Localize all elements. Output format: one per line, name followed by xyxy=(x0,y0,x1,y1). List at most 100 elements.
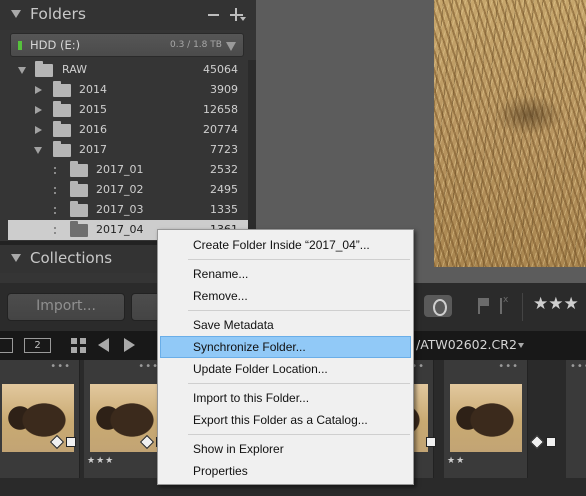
folder-count: 12658 xyxy=(203,103,238,116)
folder-count: 2532 xyxy=(210,163,238,176)
subfolder-dots-icon xyxy=(54,167,58,174)
more-icon[interactable]: ••• xyxy=(498,361,519,372)
expand-triangle-icon[interactable] xyxy=(35,126,42,134)
volume-name: HDD (E:) xyxy=(30,38,81,52)
folder-icon xyxy=(53,101,71,117)
comment-icon xyxy=(426,437,436,447)
menu-item-rename[interactable]: Rename... xyxy=(160,263,411,285)
folder-icon xyxy=(53,81,71,97)
subfolder-dots-icon xyxy=(54,187,58,194)
back-arrow-icon[interactable] xyxy=(98,338,109,352)
thumbnail-rating: ★★ xyxy=(447,456,466,466)
reject-flag-icon[interactable] xyxy=(500,295,512,314)
volume-status-icon xyxy=(18,41,22,50)
photo-detail xyxy=(494,95,564,135)
remove-folder-icon[interactable] xyxy=(208,14,219,16)
menu-item-create-folder-inside[interactable]: Create Folder Inside “2017_04”... xyxy=(160,234,411,256)
file-path[interactable]: /ATW02602.CR2 xyxy=(416,337,517,352)
menu-item-remove[interactable]: Remove... xyxy=(160,285,411,307)
subfolder-dots-icon xyxy=(54,227,58,234)
subfolder-dots-icon xyxy=(54,207,58,214)
folder-name: 2017_01 xyxy=(96,163,144,176)
folder-count: 45064 xyxy=(203,63,238,76)
filmstrip-cell[interactable]: ••• ★★ xyxy=(444,360,556,478)
chevron-down-icon[interactable] xyxy=(240,17,246,21)
folder-icon xyxy=(70,221,88,237)
folder-icon xyxy=(53,121,71,137)
menu-item-import-to-folder[interactable]: Import to this Folder... xyxy=(160,387,411,409)
forward-arrow-icon[interactable] xyxy=(124,338,135,352)
volume-bar[interactable]: HDD (E:) 0.3 / 1.8 TB xyxy=(10,33,244,57)
more-icon[interactable]: ••• xyxy=(50,361,71,372)
menu-item-export-folder-catalog[interactable]: Export this Folder as a Catalog... xyxy=(160,409,411,431)
folder-row-2017-03[interactable]: 2017_03 1335 xyxy=(8,200,248,220)
folder-count: 1335 xyxy=(210,203,238,216)
thumbnail[interactable] xyxy=(450,384,522,452)
menu-item-synchronize-folder[interactable]: Synchronize Folder... xyxy=(160,336,411,358)
folder-row-2017-01[interactable]: 2017_01 2532 xyxy=(8,160,248,180)
folder-name: RAW xyxy=(62,63,87,76)
menu-item-update-folder-location[interactable]: Update Folder Location... xyxy=(160,358,411,380)
folder-name: 2017_03 xyxy=(96,203,144,216)
primary-display-icon[interactable] xyxy=(0,338,13,353)
rating-stars[interactable]: ★★★ xyxy=(533,294,579,314)
menu-separator xyxy=(188,310,410,311)
folders-title: Folders xyxy=(30,5,86,23)
folder-name: 2017 xyxy=(79,143,107,156)
folder-icon xyxy=(70,161,88,177)
menu-separator xyxy=(188,259,410,260)
filmstrip-cell[interactable]: ••• xyxy=(566,360,586,478)
folder-name: 2017_02 xyxy=(96,183,144,196)
folder-count: 3909 xyxy=(210,83,238,96)
expand-triangle-icon[interactable] xyxy=(34,147,42,154)
folders-scrollbar[interactable] xyxy=(248,60,256,240)
expand-triangle-icon[interactable] xyxy=(35,86,42,94)
toolbar-divider xyxy=(522,293,523,321)
folder-icon xyxy=(53,141,71,157)
folder-icon xyxy=(70,201,88,217)
folder-context-menu: Create Folder Inside “2017_04”... Rename… xyxy=(157,229,414,485)
secondary-display-icon[interactable]: 2 xyxy=(24,338,51,353)
folder-row-2014[interactable]: 2014 3909 xyxy=(8,80,248,100)
collections-title: Collections xyxy=(30,249,113,267)
chevron-down-icon[interactable] xyxy=(226,42,236,51)
menu-separator xyxy=(188,383,410,384)
chevron-down-icon[interactable] xyxy=(518,343,524,348)
folder-name: 2014 xyxy=(79,83,107,96)
folder-name: 2015 xyxy=(79,103,107,116)
expand-triangle-icon[interactable] xyxy=(18,67,26,74)
folders-panel-header[interactable]: Folders xyxy=(0,0,256,30)
folder-row-2015[interactable]: 2015 12658 xyxy=(8,100,248,120)
expand-triangle-icon[interactable] xyxy=(35,106,42,114)
more-icon[interactable]: ••• xyxy=(570,361,586,372)
comment-icon xyxy=(66,437,76,447)
menu-item-show-in-explorer[interactable]: Show in Explorer xyxy=(160,438,411,460)
volume-size: 0.3 / 1.8 TB xyxy=(170,40,222,50)
folder-row-2017[interactable]: 2017 7723 xyxy=(8,140,248,160)
menu-item-save-metadata[interactable]: Save Metadata xyxy=(160,314,411,336)
folder-icon xyxy=(35,61,53,77)
keyword-tag-icon xyxy=(529,434,545,450)
grid-view-icon[interactable] xyxy=(71,338,87,354)
face-icon[interactable] xyxy=(424,295,452,317)
folder-name: 2017_04 xyxy=(96,223,144,236)
folder-name: 2016 xyxy=(79,123,107,136)
folder-count: 2495 xyxy=(210,183,238,196)
collapse-triangle-icon[interactable] xyxy=(11,254,21,262)
import-button[interactable]: Import... xyxy=(7,293,125,321)
comment-icon xyxy=(546,437,556,447)
collapse-triangle-icon[interactable] xyxy=(11,10,21,18)
folder-icon xyxy=(70,181,88,197)
folder-row-2017-02[interactable]: 2017_02 2495 xyxy=(8,180,248,200)
folder-row-raw[interactable]: RAW 45064 xyxy=(8,60,248,80)
folder-count: 7723 xyxy=(210,143,238,156)
menu-separator xyxy=(188,434,410,435)
thumbnail-rating: ★★★ xyxy=(87,456,115,466)
flag-icon[interactable] xyxy=(478,298,490,314)
folder-row-2016[interactable]: 2016 20774 xyxy=(8,120,248,140)
more-icon[interactable]: ••• xyxy=(138,361,159,372)
filmstrip-cell[interactable]: ••• ★★★ xyxy=(84,360,168,478)
filmstrip-cell[interactable]: ••• xyxy=(0,360,80,478)
menu-item-properties[interactable]: Properties xyxy=(160,460,411,482)
folder-count: 20774 xyxy=(203,123,238,136)
